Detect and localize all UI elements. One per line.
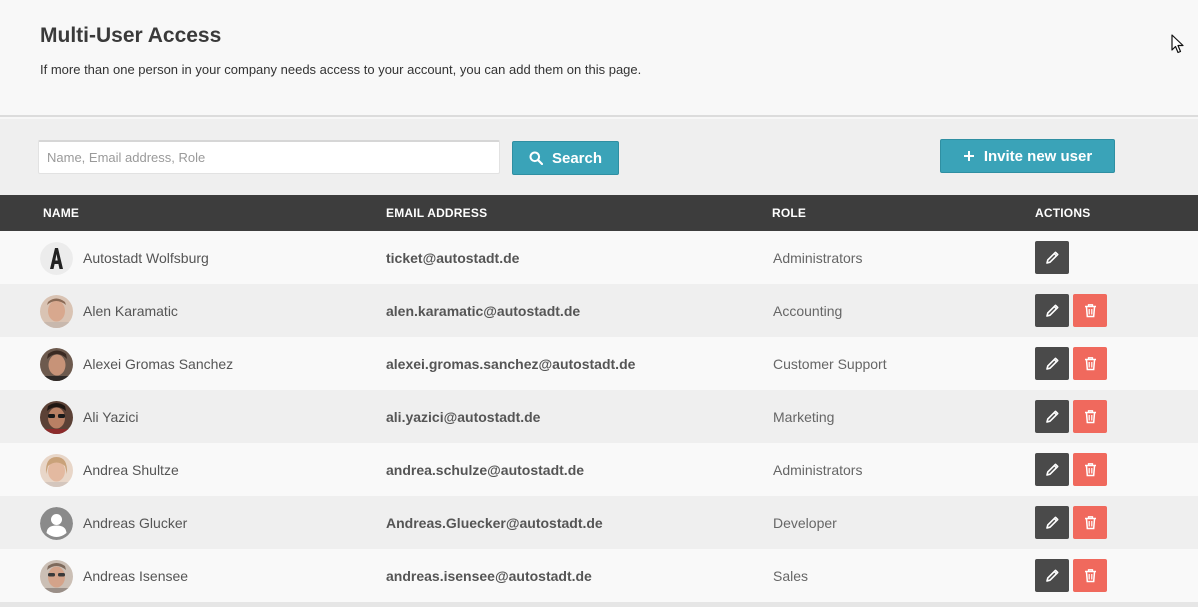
trash-icon [1084,304,1096,318]
table-bottom-border [0,602,1198,607]
plus-icon [963,151,974,161]
user-email: alen.karamatic@autostadt.de [386,303,581,319]
pencil-icon [1045,410,1058,423]
delete-button[interactable] [1073,453,1107,486]
pencil-icon [1045,569,1058,582]
column-header-actions: ACTIONS [1035,206,1091,220]
avatar [40,401,73,434]
invite-button-label: Invite new user [983,147,1093,165]
avatar [40,560,73,593]
user-role: Sales [773,568,809,584]
user-name: Ali Yazici [83,409,139,425]
table-row: Andreas Isensee andreas.isensee@autostad… [0,549,1198,602]
user-email: Andreas.Gluecker@autostadt.de [386,515,603,531]
user-name: Autostadt Wolfsburg [83,250,209,266]
edit-button[interactable] [1035,506,1069,539]
pencil-icon [1045,251,1058,264]
user-role: Administrators [773,250,863,266]
pencil-icon [1045,463,1058,476]
user-email: ali.yazici@autostadt.de [386,409,541,425]
edit-button[interactable] [1035,294,1069,327]
search-button-label: Search [551,149,603,167]
page-title: Multi-User Access [40,24,222,47]
user-role: Administrators [773,462,863,478]
user-role: Accounting [773,303,843,319]
page-subtitle: If more than one person in your company … [40,62,642,77]
pencil-icon [1045,304,1058,317]
invite-new-user-button[interactable]: Invite new user [940,139,1115,173]
column-header-email: EMAIL ADDRESS [386,206,488,220]
avatar [40,295,73,328]
table-row: Ali Yazici ali.yazici@autostadt.de Marke… [0,390,1198,443]
trash-icon [1084,357,1096,371]
user-role: Marketing [773,409,835,425]
delete-button[interactable] [1073,347,1107,380]
avatar [40,507,73,540]
trash-icon [1084,516,1096,530]
delete-button[interactable] [1073,506,1107,539]
avatar [40,348,73,381]
avatar [40,242,73,275]
edit-button[interactable] [1035,241,1069,274]
search-icon [529,151,543,165]
table-row: Andrea Shultze andrea.schulze@autostadt.… [0,443,1198,496]
page-header: Multi-User Access If more than one perso… [0,0,1198,117]
user-email: andreas.isensee@autostadt.de [386,568,592,584]
delete-button[interactable] [1073,559,1107,592]
column-header-role: ROLE [772,206,807,220]
trash-icon [1084,569,1096,583]
delete-button[interactable] [1073,400,1107,433]
user-name: Alen Karamatic [83,303,178,319]
table-row: Autostadt Wolfsburg ticket@autostadt.de … [0,231,1198,284]
user-role: Developer [773,515,837,531]
pencil-icon [1045,516,1058,529]
edit-button[interactable] [1035,559,1069,592]
trash-icon [1084,410,1096,424]
avatar [40,454,73,487]
user-email: alexei.gromas.sanchez@autostadt.de [386,356,636,372]
user-email: ticket@autostadt.de [386,250,520,266]
user-name: Alexei Gromas Sanchez [83,356,234,372]
table-row: Andreas Glucker Andreas.Gluecker@autosta… [0,496,1198,549]
table-row: Alen Karamatic alen.karamatic@autostadt.… [0,284,1198,337]
search-button[interactable]: Search [512,141,619,175]
search-input[interactable] [38,140,500,174]
user-email: andrea.schulze@autostadt.de [386,462,585,478]
edit-button[interactable] [1035,347,1069,380]
table-row: Alexei Gromas Sanchez alexei.gromas.sanc… [0,337,1198,390]
edit-button[interactable] [1035,400,1069,433]
user-name: Andreas Isensee [83,568,189,584]
delete-button[interactable] [1073,294,1107,327]
mouse-pointer-icon [1171,34,1184,54]
user-role: Customer Support [773,356,887,372]
column-header-name: NAME [43,206,80,220]
table-header: NAME EMAIL ADDRESS ROLE ACTIONS [0,195,1198,231]
user-name: Andrea Shultze [83,462,179,478]
user-name: Andreas Glucker [83,515,188,531]
trash-icon [1084,463,1096,477]
edit-button[interactable] [1035,453,1069,486]
pencil-icon [1045,357,1058,370]
toolbar: Search Invite new user [0,119,1198,195]
